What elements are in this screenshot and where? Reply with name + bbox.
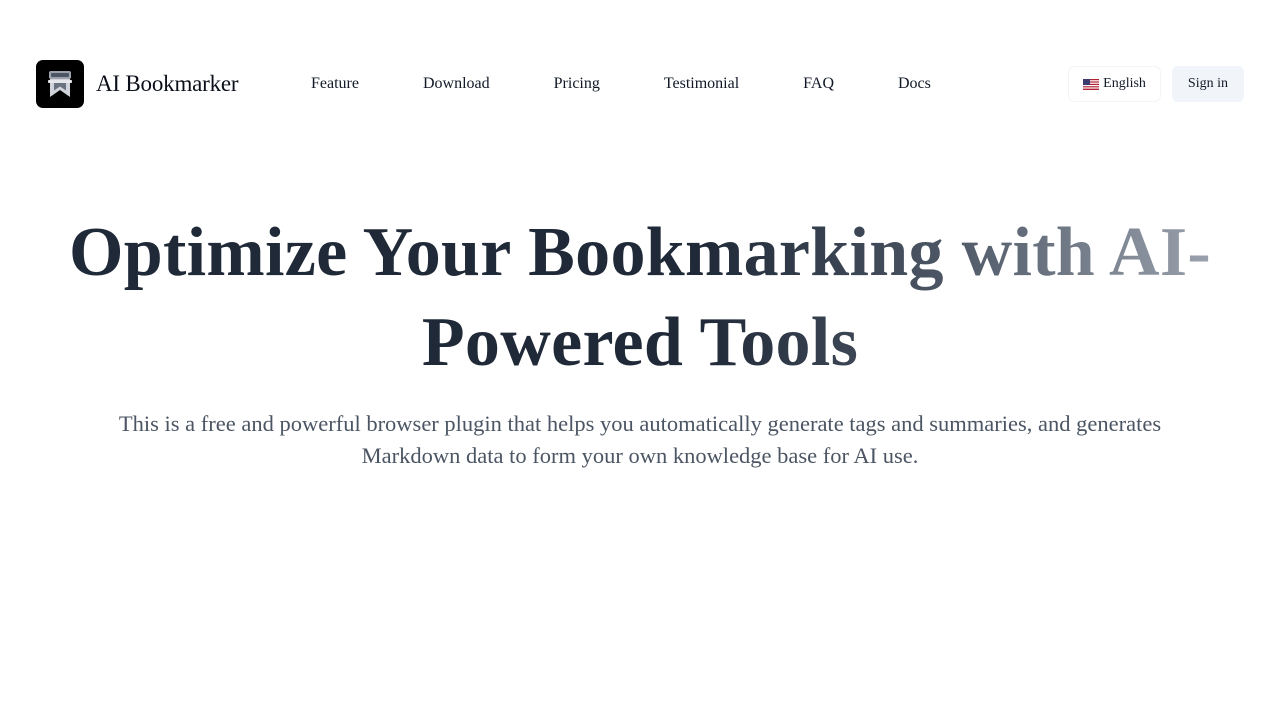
nav-item-testimonial[interactable]: Testimonial xyxy=(632,75,771,93)
header-actions: English Sign in xyxy=(1069,66,1244,102)
us-flag-icon xyxy=(1083,78,1100,90)
hero-title: Optimize Your Bookmarking with AI-Powere… xyxy=(40,208,1240,388)
sign-in-button[interactable]: Sign in xyxy=(1171,66,1244,102)
bookmark-logo-icon xyxy=(36,60,84,108)
nav-item-faq[interactable]: FAQ xyxy=(771,75,866,93)
language-selector[interactable]: English xyxy=(1069,67,1160,101)
site-header: AI Bookmarker Feature Download Pricing T… xyxy=(36,60,1244,108)
hero-subtitle: This is a free and powerful browser plug… xyxy=(118,411,1162,468)
nav-item-docs[interactable]: Docs xyxy=(866,75,963,93)
nav-item-pricing[interactable]: Pricing xyxy=(522,75,632,93)
brand-name: AI Bookmarker xyxy=(96,71,239,96)
nav-item-download[interactable]: Download xyxy=(391,75,522,93)
nav-item-feature[interactable]: Feature xyxy=(279,75,391,93)
language-label: English xyxy=(1103,76,1146,91)
brand-link[interactable]: AI Bookmarker xyxy=(36,60,239,108)
main-nav: Feature Download Pricing Testimonial FAQ… xyxy=(279,60,963,108)
page: AI Bookmarker Feature Download Pricing T… xyxy=(0,0,1280,720)
